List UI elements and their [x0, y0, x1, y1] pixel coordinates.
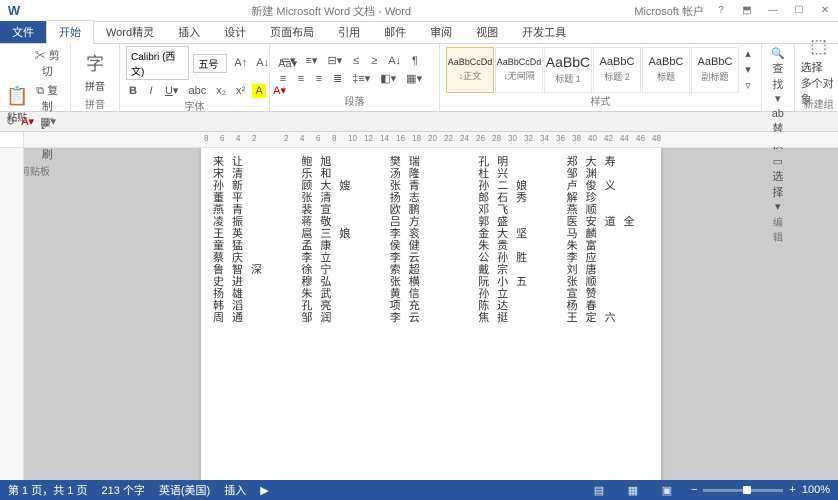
tab-10[interactable]: 开发工具: [510, 21, 578, 43]
ribbon-tabs: 文件开始Word精灵插入设计页面布局引用邮件审阅视图开发工具: [0, 22, 838, 44]
borders-button[interactable]: ▦▾: [403, 71, 425, 86]
tab-1[interactable]: 开始: [46, 20, 94, 44]
window-title: 新建 Microsoft Word 文档 - Word: [28, 3, 634, 19]
tab-5[interactable]: 页面布局: [258, 21, 326, 43]
align-center-button[interactable]: ≡: [294, 72, 308, 86]
minimize-icon[interactable]: —: [760, 5, 786, 16]
strike-button[interactable]: abc: [185, 84, 209, 98]
select-objects-button[interactable]: ⬚选择多个对象: [801, 46, 837, 96]
word-icon: W: [0, 3, 28, 18]
ribbon-toggle-icon[interactable]: ⬒: [734, 5, 760, 16]
tab-3[interactable]: 插入: [166, 21, 212, 43]
text-column[interactable]: 郑大寿邹渊卢俊义解珍燕顺医安道全马麟朱富李应刘唐张顺宣赞杨春王定六: [567, 156, 649, 324]
group-paragraph: ≔▾ ≡▾ ⊟▾ ≤ ≥ A↓ ¶ ≡ ≡ ≡ ≣ ‡≡▾ ◧▾ ▦▾ 段落: [270, 44, 440, 111]
bullets-button[interactable]: ≔▾: [276, 53, 299, 68]
quick-access-bar: ↻ A▾ ▦▾: [0, 112, 838, 132]
text-column[interactable]: 来让宋清孙新董平燕青凌振王英童猛蔡庆鲁智深史进扬雄韩滔周通: [213, 156, 295, 324]
multilevel-button[interactable]: ⊟▾: [324, 53, 345, 68]
tab-2[interactable]: Word精灵: [94, 21, 166, 43]
document-content[interactable]: 来让宋清孙新董平燕青凌振王英童猛蔡庆鲁智深史进扬雄韩滔周通鲍旭乐和顾大嫂张清裴宣…: [213, 156, 649, 324]
zoom-in-icon[interactable]: +: [789, 484, 795, 496]
underline-button[interactable]: U▾: [162, 83, 181, 98]
tab-9[interactable]: 视图: [464, 21, 510, 43]
group-newgroup: ⬚选择多个对象 新建组: [795, 44, 838, 111]
status-lang[interactable]: 英语(美国): [159, 482, 210, 498]
group-clipboard: 📋粘贴 ✂ 剪切 ⧉ 复制 🖌 格式刷 剪贴板: [0, 44, 71, 111]
text-column[interactable]: 樊瑞汤隆张青扬志欧鹏吕方李衮侯健李云索超张横黄信项充李云: [390, 156, 472, 324]
font-family-select[interactable]: Calibri (西文): [126, 46, 189, 80]
pinyin-button[interactable]: 字拼音: [77, 46, 113, 96]
tab-8[interactable]: 审阅: [418, 21, 464, 43]
window-controls: ? ⬒ — ☐ ✕: [708, 5, 838, 16]
group-styles: AaBbCcDd↓正文AaBbCcDd↓无间隔AaBbC标题 1AaBbC标题 …: [440, 44, 762, 111]
bold-button[interactable]: B: [126, 84, 140, 98]
align-left-button[interactable]: ≡: [276, 72, 290, 86]
line-spacing-button[interactable]: ‡≡▾: [349, 71, 373, 86]
subscript-button[interactable]: x₂: [213, 84, 229, 98]
style-item[interactable]: AaBbC标题 2: [593, 47, 641, 93]
maximize-icon[interactable]: ☐: [786, 5, 812, 16]
indent-dec-button[interactable]: ≤: [349, 54, 363, 68]
text-column[interactable]: 鲍旭乐和顾大嫂张清裴宣蒋敬扈三娘孟康李立徐宁穆弘朱武孔亮邹润: [301, 156, 383, 324]
group-font: Calibri (西文) 五号 A↑ A↓ Aa▾ B I U▾ abc x₂ …: [120, 44, 270, 111]
styles-expand[interactable]: ▴▾▿: [741, 46, 755, 93]
style-item[interactable]: AaBbC副标题: [691, 47, 739, 93]
account-label[interactable]: Microsoft 帐户: [634, 3, 704, 19]
show-marks-button[interactable]: ¶: [408, 54, 422, 68]
status-words[interactable]: 213 个字: [101, 482, 144, 498]
text-column[interactable]: 孔明杜兴孙二娘郎石秀邓飞郭盛金大坚朱贵公孙胜戴宗阮小五孙立陈达焦挺: [478, 156, 560, 324]
document-area: 来让宋清孙新董平燕青凌振王英童猛蔡庆鲁智深史进扬雄韩滔周通鲍旭乐和顾大嫂张清裴宣…: [0, 148, 838, 488]
font-size-select[interactable]: 五号: [193, 54, 227, 73]
view-web-icon[interactable]: ▣: [657, 484, 677, 497]
qat-refresh-icon[interactable]: ↻: [6, 115, 15, 128]
close-icon[interactable]: ✕: [812, 5, 838, 16]
zoom-slider[interactable]: [703, 489, 783, 492]
style-item[interactable]: AaBbC标题 1: [544, 47, 592, 93]
shrink-font-button[interactable]: A↓: [253, 56, 271, 70]
tab-7[interactable]: 邮件: [372, 21, 418, 43]
ribbon: 📋粘贴 ✂ 剪切 ⧉ 复制 🖌 格式刷 剪贴板 字拼音 拼音 Calibri (…: [0, 44, 838, 112]
copy-button[interactable]: ⧉ 复制: [30, 81, 64, 115]
ruler[interactable]: 8642246810121416182022242628303234363840…: [0, 132, 838, 148]
zoom-out-icon[interactable]: −: [691, 484, 697, 496]
view-read-icon[interactable]: ▤: [589, 484, 609, 497]
style-item[interactable]: AaBbCcDd↓正文: [446, 47, 494, 93]
superscript-button[interactable]: x²: [233, 84, 248, 98]
tab-4[interactable]: 设计: [212, 21, 258, 43]
italic-button[interactable]: I: [144, 84, 158, 98]
help-icon[interactable]: ?: [708, 5, 734, 16]
style-item[interactable]: AaBbC标题: [642, 47, 690, 93]
view-print-icon[interactable]: ▦: [623, 484, 643, 497]
indent-inc-button[interactable]: ≥: [367, 54, 381, 68]
status-page[interactable]: 第 1 页，共 1 页: [8, 482, 87, 498]
justify-button[interactable]: ≣: [330, 71, 345, 86]
zoom-value[interactable]: 100%: [802, 484, 830, 496]
qat-border-icon[interactable]: ▦▾: [40, 115, 56, 128]
align-right-button[interactable]: ≡: [312, 72, 326, 86]
titlebar: W 新建 Microsoft Word 文档 - Word Microsoft …: [0, 0, 838, 22]
tab-0[interactable]: 文件: [0, 21, 46, 43]
style-item[interactable]: AaBbCcDd↓无间隔: [495, 47, 543, 93]
find-button[interactable]: 🔍 查找▾: [768, 46, 788, 106]
vertical-ruler[interactable]: [0, 148, 24, 488]
numbering-button[interactable]: ≡▾: [303, 53, 321, 68]
zoom-control[interactable]: − + 100%: [691, 484, 830, 496]
status-macro-icon[interactable]: ▶: [260, 484, 268, 497]
status-mode[interactable]: 插入: [224, 482, 246, 498]
tab-6[interactable]: 引用: [326, 21, 372, 43]
sort-button[interactable]: A↓: [385, 54, 404, 68]
grow-font-button[interactable]: A↑: [231, 56, 249, 70]
highlight-button[interactable]: A: [252, 84, 266, 98]
statusbar: 第 1 页，共 1 页 213 个字 英语(美国) 插入 ▶ ▤ ▦ ▣ − +…: [0, 480, 838, 500]
group-pinyin: 字拼音 拼音: [71, 44, 120, 111]
page[interactable]: 来让宋清孙新董平燕青凌振王英童猛蔡庆鲁智深史进扬雄韩滔周通鲍旭乐和顾大嫂张清裴宣…: [201, 148, 661, 488]
shading-button[interactable]: ◧▾: [377, 71, 399, 86]
qat-color-icon[interactable]: A▾: [21, 115, 34, 128]
group-editing: 🔍 查找▾ ab 替换 ▭ 选择▾ 编辑: [762, 44, 795, 111]
cut-button[interactable]: ✂ 剪切: [30, 46, 64, 80]
